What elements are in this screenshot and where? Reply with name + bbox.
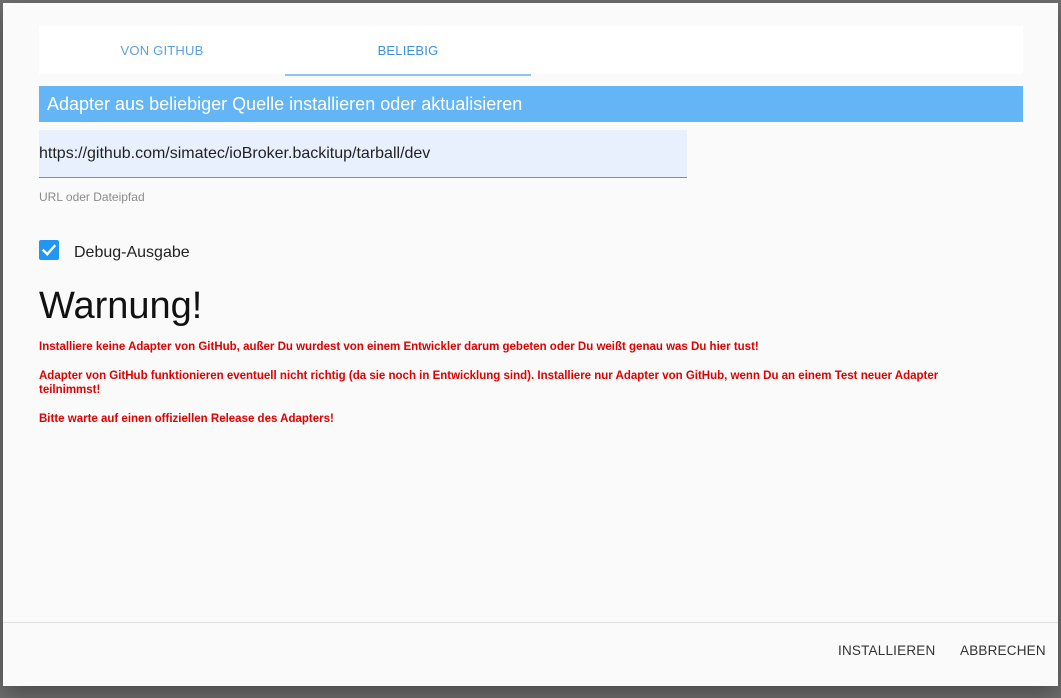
tab-bar: VON GITHUB BELIEBIG: [39, 26, 1023, 76]
warning-line: Adapter von GitHub funktionieren eventue…: [39, 370, 939, 396]
install-button[interactable]: INSTALLIEREN: [834, 636, 939, 666]
warning-line: Bitte warte auf einen offiziellen Releas…: [39, 413, 334, 425]
url-helper-text: URL oder Dateipfad: [39, 190, 145, 204]
warning-line: Installiere keine Adapter von GitHub, au…: [39, 341, 759, 353]
url-input[interactable]: [39, 130, 687, 177]
cancel-button[interactable]: ABBRECHEN: [956, 636, 1050, 666]
url-field[interactable]: [39, 130, 687, 178]
check-icon: [41, 244, 57, 256]
debug-label: Debug-Ausgabe: [74, 244, 190, 261]
tab-von-github[interactable]: VON GITHUB: [39, 26, 285, 74]
warning-title: Warnung!: [39, 285, 203, 327]
section-header: Adapter aus beliebiger Quelle installier…: [39, 86, 1023, 122]
install-adapter-dialog: VON GITHUB BELIEBIG Adapter aus beliebig…: [3, 3, 1058, 686]
debug-checkbox[interactable]: [39, 240, 59, 260]
active-tab-indicator: [285, 74, 531, 76]
actions-divider: [3, 622, 1058, 623]
tab-beliebig[interactable]: BELIEBIG: [285, 26, 531, 74]
